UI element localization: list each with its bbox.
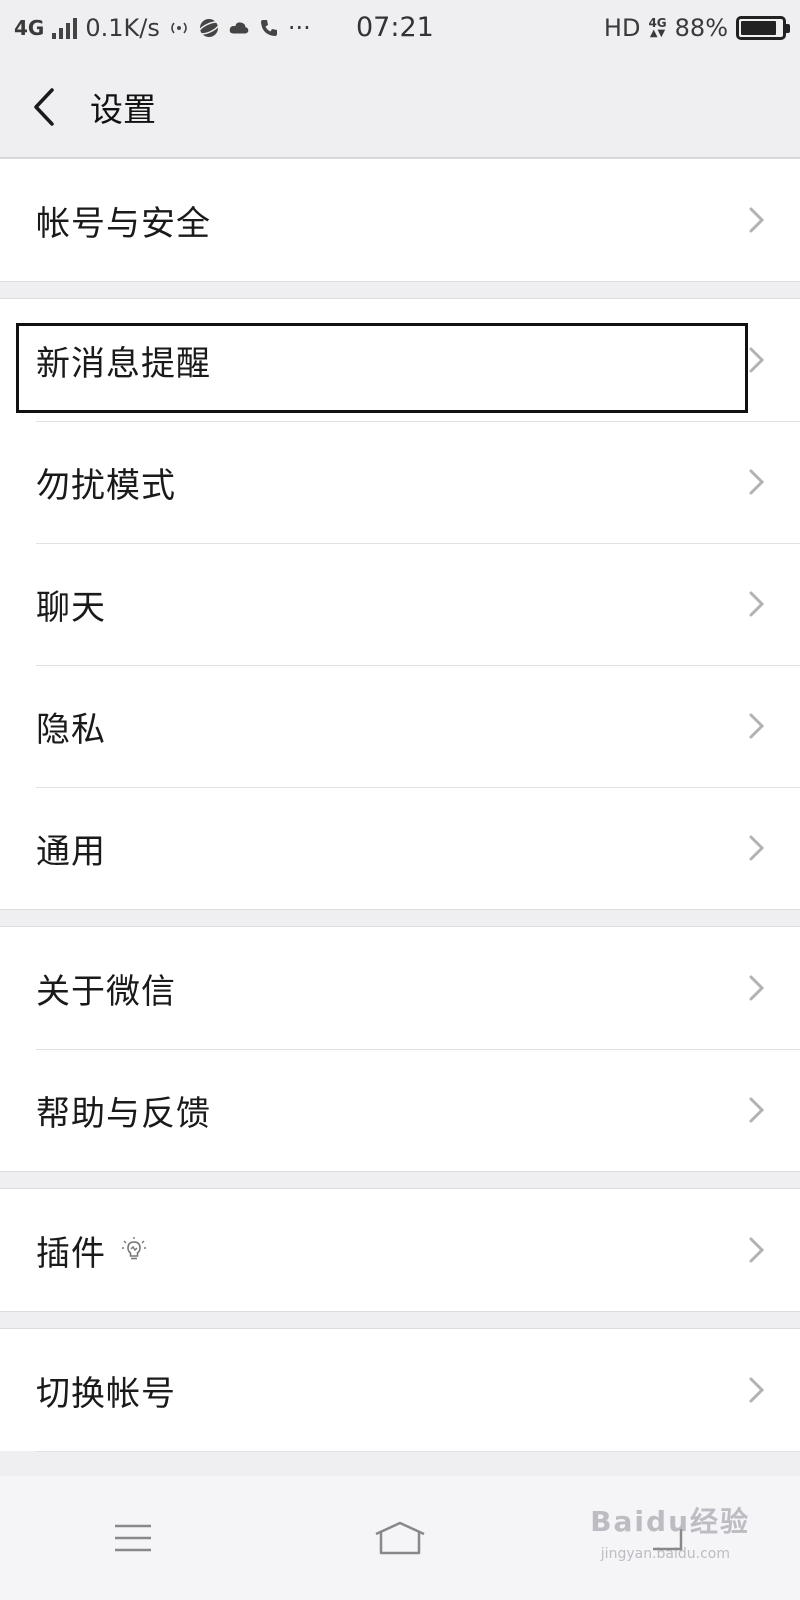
row-label: 勿扰模式 <box>36 465 176 506</box>
more-icon: ··· <box>287 14 311 42</box>
home-button[interactable] <box>340 1498 460 1578</box>
settings-group-account: 帐号与安全 <box>0 158 800 282</box>
back-arrow-icon <box>34 87 54 126</box>
chevron-right-icon <box>749 1237 765 1263</box>
clock: 07:21 <box>356 12 434 43</box>
row-label: 关于微信 <box>36 971 176 1012</box>
row-help-feedback[interactable]: 帮助与反馈 <box>0 1049 800 1171</box>
watermark-url: jingyan.baidu.com <box>600 1546 730 1562</box>
chevron-right-icon <box>749 347 765 373</box>
signal-icon <box>52 17 78 39</box>
battery-percent: 88% <box>674 14 728 42</box>
watermark: Baidu经验 <box>590 1505 750 1538</box>
network-speed: 0.1K/s <box>85 14 160 42</box>
network-type: 4G <box>14 16 45 40</box>
row-label: 插件 <box>36 1233 106 1274</box>
settings-group-general: 新消息提醒 勿扰模式 聊天 隐私 通用 <box>0 298 800 910</box>
data-arrows-icon: ▲▼ <box>649 28 666 39</box>
chevron-right-icon <box>749 1377 765 1403</box>
lightbulb-icon <box>122 1237 146 1260</box>
chevron-right-icon <box>749 835 765 861</box>
row-do-not-disturb[interactable]: 勿扰模式 <box>0 421 800 543</box>
row-label: 切换帐号 <box>36 1373 176 1414</box>
status-bar: 4G 0.1K/s ··· 07:21 HD 4G ▲▼ 88% <box>0 0 800 56</box>
hotspot-icon <box>171 22 187 34</box>
chevron-right-icon <box>749 1097 765 1123</box>
row-label: 隐私 <box>36 709 106 750</box>
data-indicator: 4G ▲▼ <box>648 17 666 39</box>
chevron-right-icon <box>749 469 765 495</box>
hd-indicator: HD <box>603 14 641 42</box>
row-privacy[interactable]: 隐私 <box>0 665 800 787</box>
row-chat[interactable]: 聊天 <box>0 543 800 665</box>
settings-group-plugins: 插件 <box>0 1188 800 1312</box>
battery-icon <box>736 16 790 40</box>
menu-button[interactable] <box>73 1498 193 1578</box>
chevron-right-icon <box>749 207 765 233</box>
row-label: 聊天 <box>36 587 106 628</box>
row-about-wechat[interactable]: 关于微信 <box>0 927 800 1049</box>
row-label: 帐号与安全 <box>36 203 211 244</box>
cloud-icon <box>229 22 249 34</box>
back-button[interactable] <box>0 56 88 158</box>
nav-bar: 设置 <box>0 56 800 158</box>
row-label: 通用 <box>36 831 106 872</box>
browser-icon <box>197 19 220 37</box>
phone-icon <box>260 20 277 36</box>
page-title: 设置 <box>90 89 156 129</box>
settings-group-about: 关于微信 帮助与反馈 <box>0 926 800 1172</box>
divider <box>36 1451 800 1452</box>
row-new-message-notification[interactable]: 新消息提醒 <box>0 299 800 421</box>
row-plugins[interactable]: 插件 <box>0 1189 800 1311</box>
row-account-security[interactable]: 帐号与安全 <box>0 159 800 281</box>
chevron-right-icon <box>749 713 765 739</box>
row-general[interactable]: 通用 <box>0 787 800 909</box>
home-icon <box>375 1521 425 1555</box>
settings-group-switch-account: 切换帐号 <box>0 1328 800 1452</box>
row-label: 新消息提醒 <box>36 343 211 384</box>
menu-icon <box>115 1524 152 1552</box>
row-switch-account[interactable]: 切换帐号 <box>0 1329 800 1451</box>
battery-fill <box>741 21 777 35</box>
row-label: 帮助与反馈 <box>36 1093 211 1134</box>
chevron-right-icon <box>749 975 765 1001</box>
chevron-right-icon <box>749 591 765 617</box>
